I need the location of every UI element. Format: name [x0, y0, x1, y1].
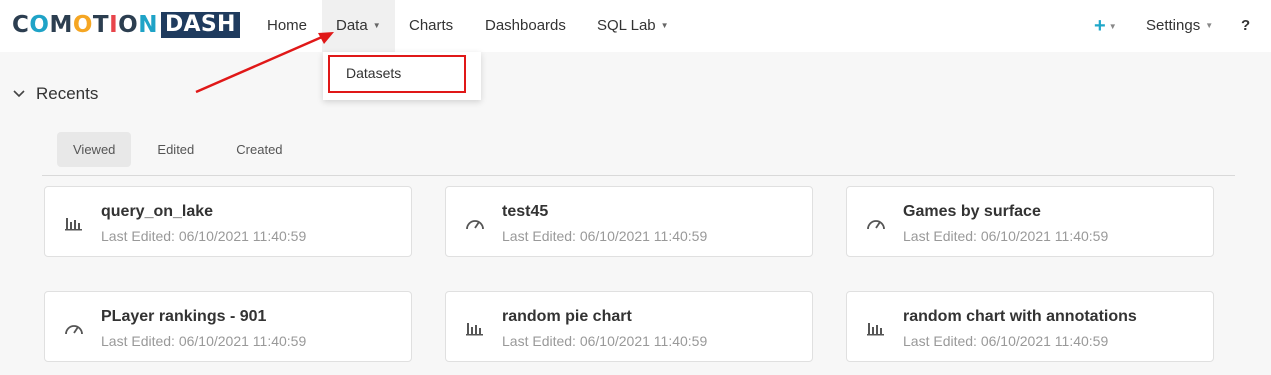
dashboard-gauge-icon — [466, 220, 484, 230]
logo-letter: C — [12, 12, 30, 38]
card-last-edited: Last Edited: 06/10/2021 11:40:59 — [502, 228, 708, 244]
card-last-edited: Last Edited: 06/10/2021 11:40:59 — [903, 333, 1109, 349]
card-title: random chart with annotations — [903, 308, 1137, 325]
annotation-highlight-box — [328, 55, 466, 93]
settings-menu[interactable]: Settings ▼ — [1146, 0, 1213, 52]
nav-sql-lab[interactable]: SQL Lab ▼ — [597, 0, 669, 52]
nav-charts[interactable]: Charts — [409, 0, 453, 52]
recent-card[interactable]: PLayer rankings - 901 Last Edited: 06/10… — [44, 291, 412, 362]
card-title: random pie chart — [502, 308, 632, 325]
recent-card[interactable]: test45 Last Edited: 06/10/2021 11:40:59 — [445, 186, 813, 257]
logo-letter: O — [72, 12, 93, 38]
bar-chart-icon — [65, 218, 82, 231]
logo-letter: N — [138, 12, 158, 38]
nav-home[interactable]: Home — [267, 0, 307, 52]
card-title: Games by surface — [903, 203, 1041, 220]
logo-letter: I — [109, 12, 119, 38]
nav-sql-lab-label: SQL Lab — [597, 17, 656, 34]
logo-letter: M — [49, 12, 73, 38]
recent-card[interactable]: Games by surface Last Edited: 06/10/2021… — [846, 186, 1214, 257]
logo[interactable]: COMOTION DASH — [12, 12, 240, 38]
caret-down-icon: ▼ — [372, 21, 381, 30]
tab-created[interactable]: Created — [220, 132, 298, 167]
card-title: test45 — [502, 203, 549, 220]
nav-data[interactable]: Data ▼ — [322, 0, 395, 52]
caret-down-icon: ▼ — [660, 21, 669, 30]
bar-chart-icon — [466, 323, 483, 336]
card-last-edited: Last Edited: 06/10/2021 11:40:59 — [903, 228, 1109, 244]
nav-dashboards[interactable]: Dashboards — [485, 0, 566, 52]
card-last-edited: Last Edited: 06/10/2021 11:40:59 — [101, 333, 307, 349]
recents-tabs: Viewed Edited Created — [57, 132, 309, 167]
bar-chart-icon — [867, 323, 884, 336]
logo-box: DASH — [160, 12, 240, 38]
tab-viewed[interactable]: Viewed — [57, 132, 132, 167]
logo-letter: O — [118, 12, 139, 38]
help-button[interactable]: ? — [1241, 0, 1250, 52]
tab-edited[interactable]: Edited — [141, 132, 210, 167]
settings-label: Settings — [1146, 17, 1201, 34]
logo-word: COMOTION — [12, 12, 158, 38]
caret-down-icon: ▼ — [1108, 22, 1117, 31]
nav-data-label: Data — [336, 17, 368, 34]
card-title: query_on_lake — [101, 203, 214, 220]
tabs-divider — [42, 175, 1235, 176]
logo-letter: T — [92, 12, 110, 38]
recents-title: Recents — [36, 84, 99, 103]
recent-card[interactable]: random chart with annotations Last Edite… — [846, 291, 1214, 362]
card-last-edited: Last Edited: 06/10/2021 11:40:59 — [101, 228, 307, 244]
caret-down-icon: ▼ — [1205, 21, 1214, 30]
recent-card[interactable]: random pie chart Last Edited: 06/10/2021… — [445, 291, 813, 362]
chevron-down-icon — [13, 90, 25, 98]
card-title: PLayer rankings - 901 — [101, 308, 267, 325]
card-last-edited: Last Edited: 06/10/2021 11:40:59 — [502, 333, 708, 349]
logo-letter: O — [29, 12, 50, 38]
dashboard-gauge-icon — [65, 325, 83, 335]
add-new-button[interactable]: + ▼ — [1094, 0, 1117, 52]
recent-card[interactable]: query_on_lake Last Edited: 06/10/2021 11… — [44, 186, 412, 257]
recents-toggle[interactable]: Recents — [12, 84, 98, 104]
top-navbar: COMOTION DASH Home Data ▼ Charts Dashboar… — [0, 0, 1271, 52]
dashboard-gauge-icon — [867, 220, 885, 230]
plus-icon: + — [1094, 15, 1106, 37]
